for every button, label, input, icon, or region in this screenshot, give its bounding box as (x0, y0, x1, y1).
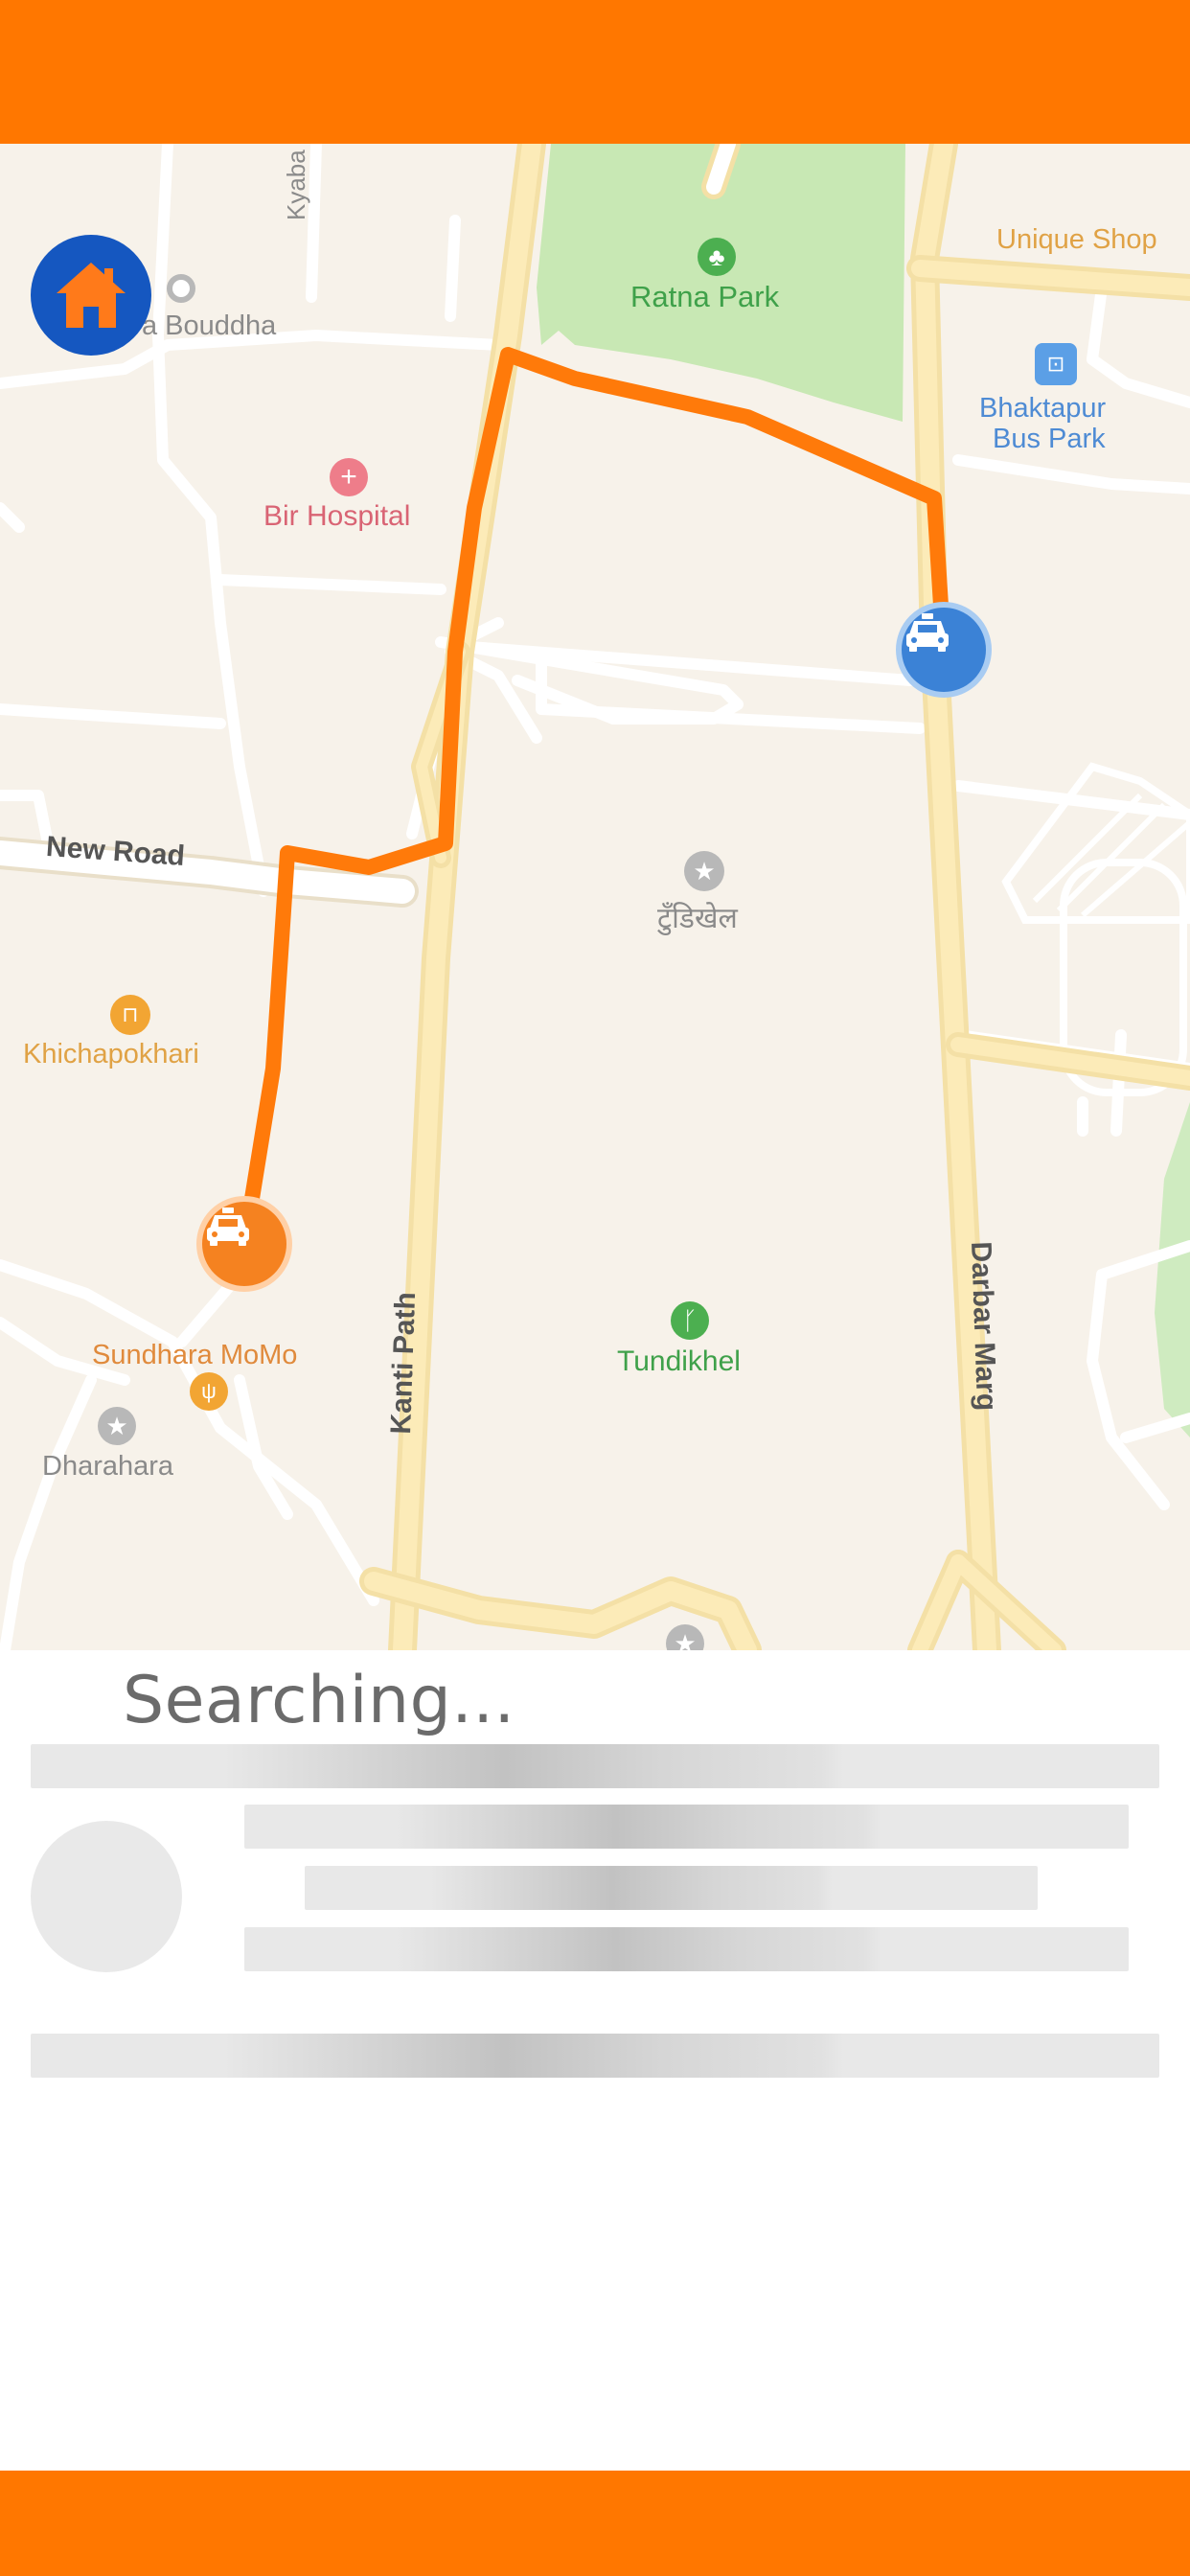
pin-icon (167, 274, 195, 303)
taxi-icon (207, 1208, 249, 1246)
label-ratna-park: Ratna Park (630, 280, 780, 313)
rider-marker[interactable] (196, 1196, 292, 1292)
taxi-icon (906, 613, 949, 652)
skeleton-line (244, 1927, 1129, 1971)
top-app-bar (0, 0, 1190, 144)
bottom-bar (0, 2471, 1190, 2576)
shopping-basket-icon: ⊓ (110, 995, 150, 1035)
label-bouddha: a Bouddha (142, 310, 277, 341)
running-icon: ᚴ (671, 1301, 709, 1340)
searching-status: Searching... (123, 1663, 515, 1738)
label-darbar-marg: Darbar Marg (965, 1240, 1003, 1412)
label-kyaba-mar: Kyaba Mar (282, 144, 310, 220)
star-icon: ★ (684, 851, 724, 891)
label-kanti-path: Kanti Path (385, 1291, 423, 1436)
label-bhaktapur-line2: Bus Park (993, 424, 1106, 454)
bus-icon: ⊡ (1035, 343, 1077, 385)
label-bhaktapur-line1: Bhaktapur (979, 393, 1107, 424)
label-tudikhel-np: टुँडिखेल (657, 903, 738, 934)
skeleton-line (31, 2034, 1159, 2078)
label-bir-hospital: Bir Hospital (263, 500, 411, 532)
driver-marker[interactable] (896, 602, 992, 698)
restaurant-icon: ψ (190, 1372, 228, 1411)
tree-icon: ♣ (698, 238, 736, 276)
star-icon: ★ (98, 1407, 136, 1445)
label-sundhara-momo: Sundhara MoMo (92, 1340, 298, 1370)
label-khichapokhari: Khichapokhari (23, 1039, 199, 1070)
skeleton-line (305, 1866, 1038, 1910)
skeleton-line (31, 1744, 1159, 1788)
map-base (0, 144, 1190, 1650)
hospital-icon: + (330, 458, 368, 496)
home-button[interactable] (31, 235, 151, 356)
home-icon (57, 263, 126, 328)
label-dharahara: Dharahara (42, 1451, 174, 1482)
label-tundikhel: Tundikhel (617, 1346, 741, 1377)
skeleton-avatar (31, 1821, 182, 1972)
map-view[interactable]: ♣ ⊡ + ★ ⊓ ᚴ ψ ★ ★ Unique Shop Ratna Park… (0, 144, 1190, 1650)
label-unique-shop: Unique Shop (996, 224, 1157, 255)
skeleton-line (244, 1805, 1129, 1849)
green-area (1155, 1102, 1190, 1438)
